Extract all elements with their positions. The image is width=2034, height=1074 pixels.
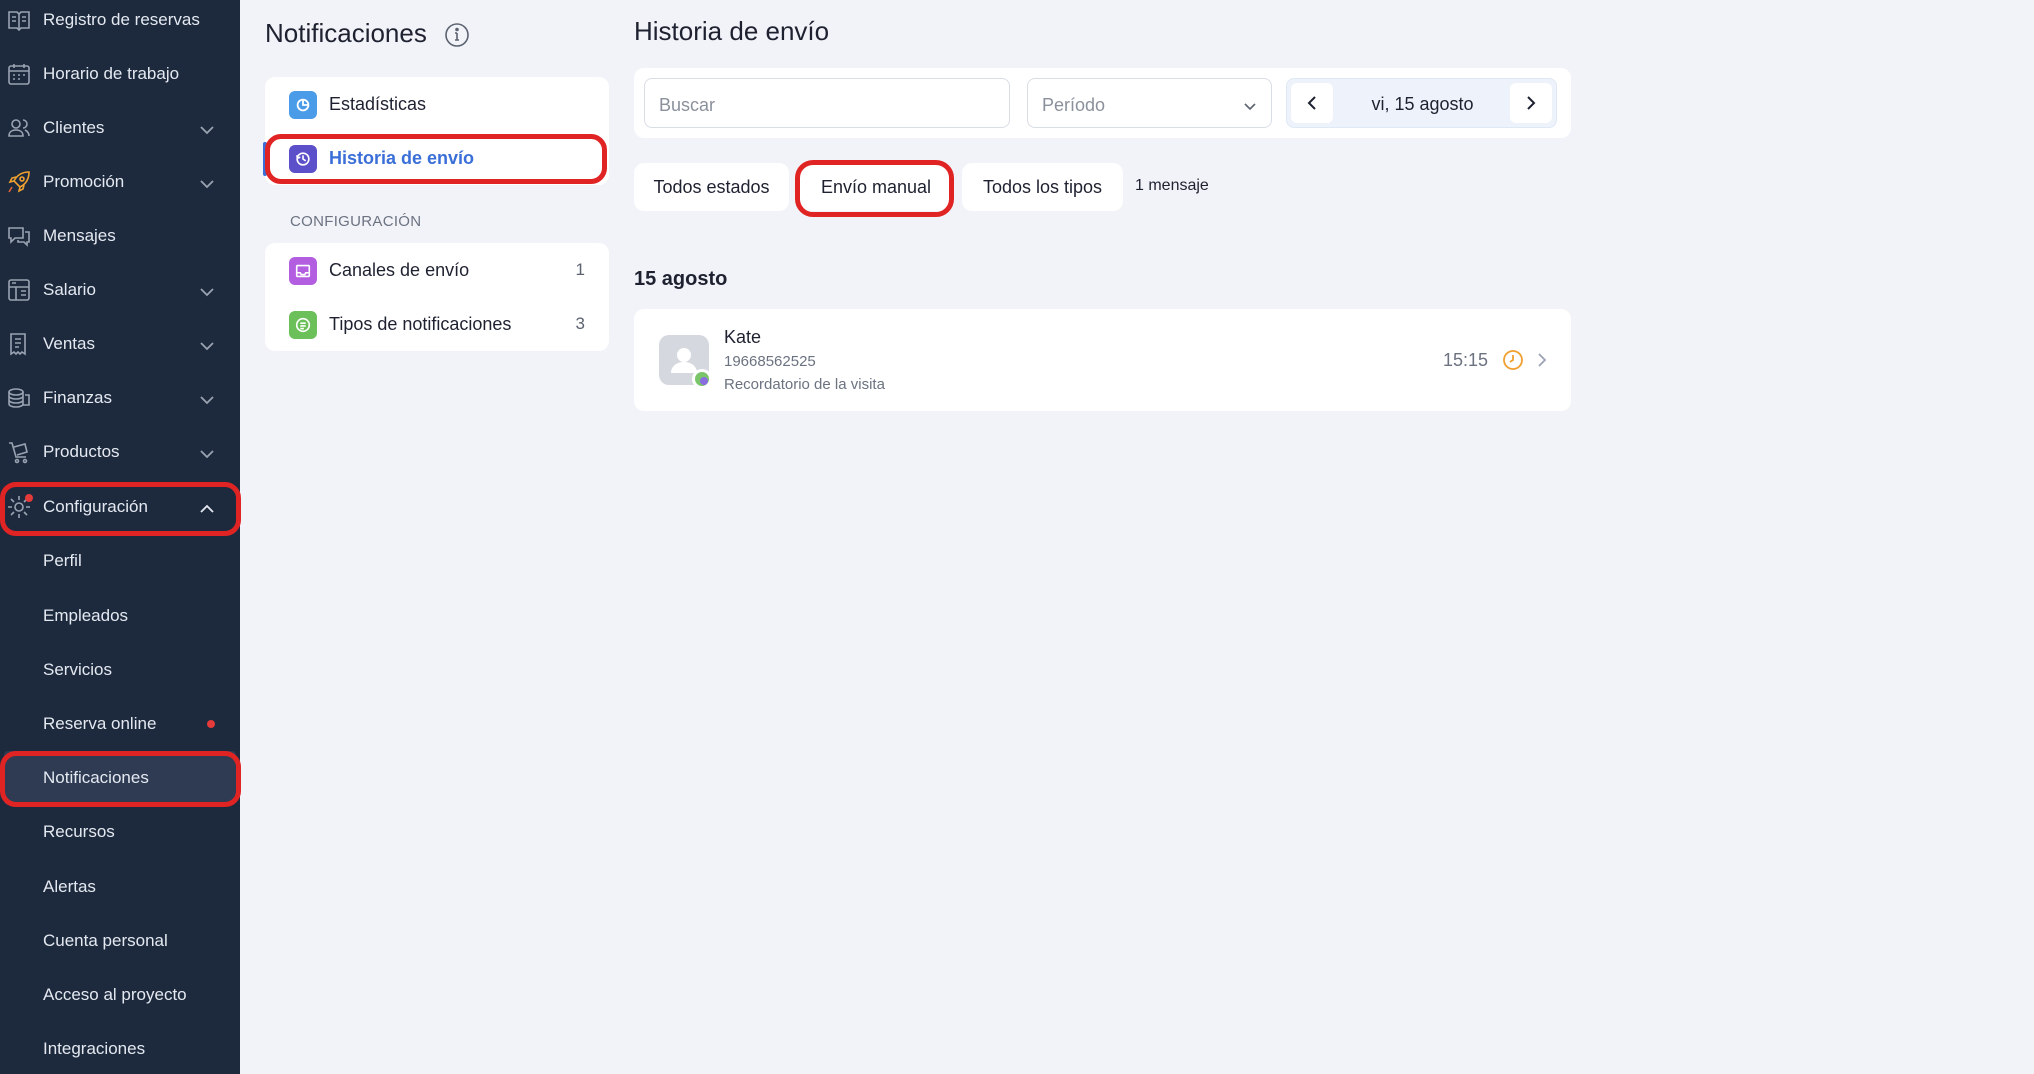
sidebar-item-promocion[interactable]: Promoción <box>0 155 240 209</box>
sidebar-subitem-alertas[interactable]: Alertas <box>0 860 240 914</box>
highlight-notificaciones <box>0 751 241 807</box>
sidebar-subitem-cuenta-personal[interactable]: Cuenta personal <box>0 914 240 968</box>
chevron-right-icon <box>1536 351 1548 369</box>
config-menu: Canales de envío 1 Tipos de notificacion… <box>265 243 609 351</box>
chat-icon <box>6 223 32 249</box>
sidebar-item-label: Promoción <box>43 172 125 191</box>
date-heading: 15 agosto <box>634 268 728 290</box>
page-title: Notificaciones <box>265 18 427 48</box>
chevron-down-icon <box>199 337 215 351</box>
calculator-icon <box>6 277 32 303</box>
filter-bar: Buscar Período vi, 15 agosto <box>634 68 1571 138</box>
sidebar-item-label: Acceso al proyecto <box>43 985 187 1004</box>
highlight-envio-manual <box>795 160 954 217</box>
sidebar-item-registro[interactable]: Registro de reservas <box>0 0 240 47</box>
chevron-down-icon <box>199 121 215 135</box>
sidebar-subitem-empleados[interactable]: Empleados <box>0 589 240 643</box>
coins-icon <box>6 385 32 411</box>
period-placeholder: Período <box>1042 95 1106 115</box>
highlight-historia <box>265 134 607 184</box>
rocket-icon <box>6 169 32 195</box>
channel-badge-icon <box>692 369 712 389</box>
menu-item-label: Canales de envío <box>329 260 470 280</box>
chevron-down-icon <box>199 175 215 189</box>
sidebar-item-label: Productos <box>43 442 120 461</box>
cart-icon <box>6 439 32 465</box>
notification-dot <box>207 720 215 728</box>
sidebar-item-label: Empleados <box>43 606 129 625</box>
sidebar-item-label: Ventas <box>43 334 95 353</box>
menu-item-estadisticas[interactable]: Estadísticas <box>265 77 609 131</box>
message-type: Recordatorio de la visita <box>724 376 885 393</box>
list-icon <box>289 311 317 339</box>
next-date-button[interactable] <box>1510 83 1552 123</box>
sidebar-subitem-integraciones[interactable]: Integraciones <box>0 1022 240 1074</box>
sidebar-item-label: Salario <box>43 280 96 299</box>
clock-icon <box>1502 349 1524 371</box>
sidebar-item-label: Perfil <box>43 551 82 570</box>
message-count: 1 mensaje <box>1135 177 1209 194</box>
chevron-down-icon <box>199 283 215 297</box>
sidebar-item-label: Mensajes <box>43 226 116 245</box>
menu-item-count: 1 <box>575 260 585 279</box>
highlight-configuracion <box>0 482 241 536</box>
sidebar-item-mensajes[interactable]: Mensajes <box>0 209 240 263</box>
sidebar-item-label: Reserva online <box>43 714 157 733</box>
sidebar-item-label: Horario de trabajo <box>43 64 180 83</box>
recipient-name: Kate <box>724 327 762 347</box>
receipt-icon <box>6 331 32 357</box>
sidebar-item-label: Servicios <box>43 660 112 679</box>
book-icon <box>6 7 32 33</box>
sidebar-subitem-acceso-proyecto[interactable]: Acceso al proyecto <box>0 968 240 1022</box>
menu-item-tipos[interactable]: Tipos de notificaciones 3 <box>265 297 609 351</box>
sidebar-item-salario[interactable]: Salario <box>0 263 240 317</box>
mail-icon <box>289 257 317 285</box>
sidebar-subitem-perfil[interactable]: Perfil <box>0 534 240 588</box>
menu-item-label: Tipos de notificaciones <box>329 314 512 334</box>
users-icon <box>6 115 32 141</box>
filter-chip-tipos[interactable]: Todos los tipos <box>962 163 1123 211</box>
sidebar-item-productos[interactable]: Productos <box>0 425 240 479</box>
sidebar-item-label: Clientes <box>43 118 105 137</box>
sidebar-subitem-recursos[interactable]: Recursos <box>0 805 240 859</box>
recipient-phone: 19668562525 <box>724 353 816 370</box>
chevron-down-icon <box>199 391 215 405</box>
sidebar-item-finanzas[interactable]: Finanzas <box>0 371 240 425</box>
sidebar-item-label: Alertas <box>43 877 96 896</box>
chevron-down-icon <box>199 445 215 459</box>
period-select[interactable]: Período <box>1027 78 1272 128</box>
main-title: Historia de envío <box>634 16 830 46</box>
sidebar-subitem-reserva-online[interactable]: Reserva online <box>0 697 240 751</box>
sidebar-item-horario[interactable]: Horario de trabajo <box>0 47 240 101</box>
section-label-configuracion: CONFIGURACIÓN <box>290 213 422 230</box>
search-placeholder: Buscar <box>659 95 716 115</box>
sidebar: Registro de reservas Horario de trabajo … <box>0 0 241 1074</box>
sidebar-item-label: Integraciones <box>43 1039 146 1058</box>
sidebar-subitem-servicios[interactable]: Servicios <box>0 643 240 697</box>
filter-chip-estados[interactable]: Todos estados <box>634 163 789 211</box>
sidebar-item-label: Cuenta personal <box>43 931 168 950</box>
message-row[interactable]: Kate 19668562525 Recordatorio de la visi… <box>634 309 1571 411</box>
sidebar-item-label: Finanzas <box>43 388 112 407</box>
chart-icon <box>289 91 317 119</box>
sidebar-item-label: Recursos <box>43 822 115 841</box>
menu-item-canales[interactable]: Canales de envío 1 <box>265 243 609 297</box>
calendar-icon <box>6 61 32 87</box>
info-icon[interactable] <box>444 22 470 48</box>
date-navigator: vi, 15 agosto <box>1286 78 1557 128</box>
search-input[interactable]: Buscar <box>644 78 1010 128</box>
menu-item-label: Estadísticas <box>329 94 427 114</box>
sidebar-item-ventas[interactable]: Ventas <box>0 317 240 371</box>
menu-item-count: 3 <box>575 314 585 333</box>
sidebar-item-clientes[interactable]: Clientes <box>0 101 240 155</box>
sidebar-item-label: Registro de reservas <box>43 10 200 29</box>
chevron-down-icon <box>1243 99 1257 117</box>
message-time: 15:15 <box>1443 350 1489 370</box>
prev-date-button[interactable] <box>1291 83 1333 123</box>
